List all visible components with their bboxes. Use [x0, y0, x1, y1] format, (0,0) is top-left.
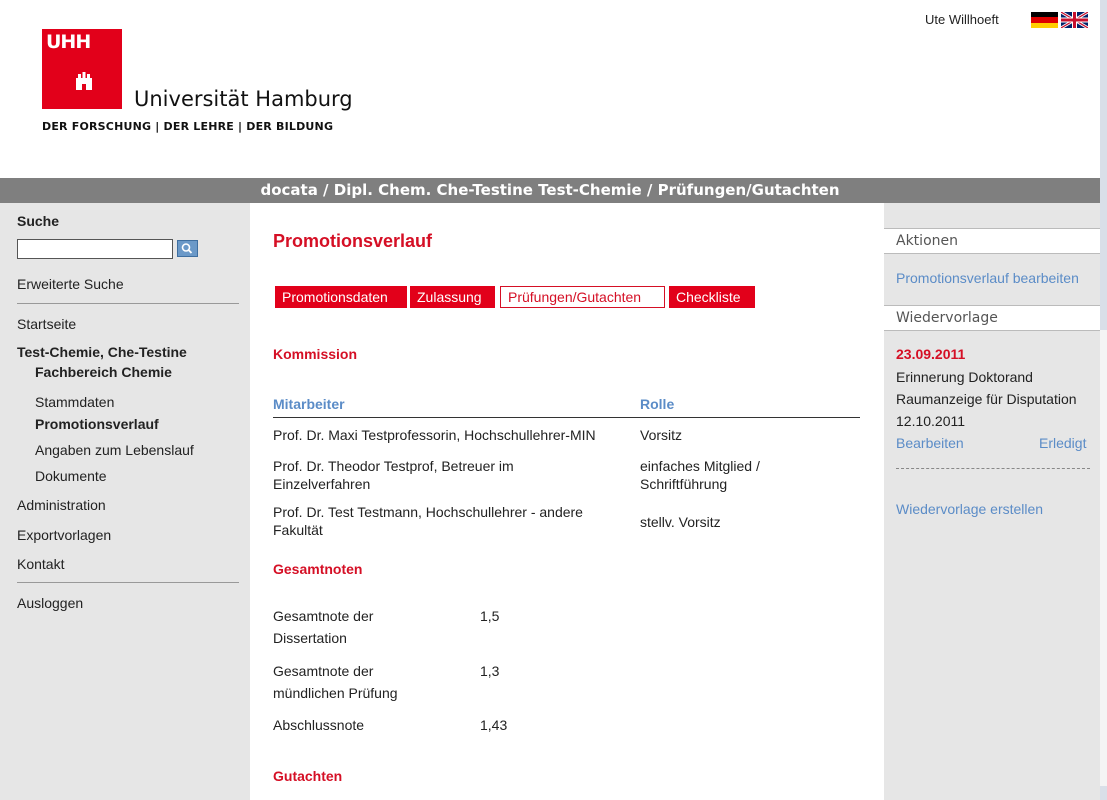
page-header: UHH Universität Hamburg DER FORSCHUNG | …: [0, 0, 1100, 178]
nav-doctorate-progress[interactable]: Promotionsverlauf: [35, 416, 159, 432]
member-cell: Prof. Dr. Maxi Testprofessorin, Hochschu…: [273, 427, 596, 443]
nav-administration[interactable]: Administration: [17, 497, 106, 513]
create-followup-link[interactable]: Wiedervorlage erstellen: [896, 501, 1043, 517]
role-cell: einfaches Mitglied / Schriftführung: [640, 458, 760, 492]
right-panel: Aktionen Promotionsverlauf bearbeiten Wi…: [884, 203, 1100, 800]
uhh-logo[interactable]: UHH: [42, 29, 122, 109]
german-flag-icon[interactable]: [1031, 12, 1058, 28]
grade-label: Gesamtnote der mündlichen Prüfung: [273, 663, 398, 701]
nav-department[interactable]: Fachbereich Chemie: [35, 364, 172, 380]
logged-in-user: Ute Willhoeft: [925, 12, 999, 27]
nav-cv[interactable]: Angaben zum Lebenslauf: [35, 442, 194, 458]
grade-label: Abschlussnote: [273, 717, 365, 733]
university-name: Universität Hamburg: [134, 87, 353, 111]
reports-title: Gutachten: [273, 768, 343, 784]
followup-done-link[interactable]: Erledigt: [1039, 435, 1086, 451]
column-header-role: Rolle: [640, 396, 675, 412]
nav-contact[interactable]: Kontakt: [17, 556, 64, 572]
scroll-down-arrow-icon[interactable]: [1100, 786, 1107, 800]
nav-start[interactable]: Startseite: [17, 316, 76, 332]
uk-flag-icon[interactable]: [1061, 12, 1088, 28]
main-content: Promotionsverlauf Promotionsdaten Zulass…: [250, 203, 884, 800]
table-header-line: [273, 417, 860, 418]
grades-title: Gesamtnoten: [273, 561, 363, 577]
advanced-search-link[interactable]: Erweiterte Suche: [17, 276, 124, 292]
tab-zulassung[interactable]: Zulassung: [410, 286, 495, 308]
page-title: Promotionsverlauf: [273, 231, 433, 251]
left-sidebar: Suche Erweiterte Suche Startseite Test-C…: [0, 203, 250, 800]
tab-checkliste[interactable]: Checkliste: [669, 286, 755, 308]
followup-edit-link[interactable]: Bearbeiten: [896, 435, 964, 451]
followup-text: Raumanzeige für Disputation: [896, 391, 1077, 407]
tab-pruefungen-gutachten[interactable]: Prüfungen/Gutachten: [500, 286, 665, 308]
search-icon: [181, 243, 193, 254]
actions-heading: Aktionen: [884, 228, 1100, 254]
grade-value: 1,3: [480, 663, 500, 679]
member-cell: Prof. Dr. Test Testmann, Hochschullehrer…: [273, 504, 583, 538]
followup-date: 23.09.2011: [896, 346, 966, 362]
commission-title: Kommission: [273, 346, 358, 362]
search-input[interactable]: [17, 239, 173, 259]
grade-value: 1,5: [480, 608, 500, 624]
edit-doctorate-progress-link[interactable]: Promotionsverlauf bearbeiten: [896, 270, 1079, 286]
vertical-scrollbar[interactable]: [1100, 0, 1107, 800]
grade-value: 1,43: [480, 717, 508, 733]
divider: [17, 582, 239, 583]
role-cell: Vorsitz: [640, 427, 683, 443]
logo-mark: UHH: [46, 31, 91, 53]
nav-documents[interactable]: Dokumente: [35, 468, 107, 484]
breadcrumb: docata / Dipl. Chem. Che-Testine Test-Ch…: [0, 178, 1100, 203]
search-label: Suche: [17, 213, 60, 229]
castle-icon: [76, 72, 92, 90]
followup-heading: Wiedervorlage: [884, 305, 1100, 331]
followup-text: Erinnerung Doktorand: [896, 369, 1033, 385]
nav-person[interactable]: Test-Chemie, Che-Testine: [17, 344, 187, 360]
university-tagline: DER FORSCHUNG | DER LEHRE | DER BILDUNG: [42, 120, 334, 133]
scrollbar-thumb[interactable]: [1100, 0, 1107, 330]
role-cell: stellv. Vorsitz: [640, 514, 721, 530]
logout-link[interactable]: Ausloggen: [17, 595, 83, 611]
column-header-member: Mitarbeiter: [273, 396, 345, 412]
grade-label: Gesamtnote der Dissertation: [273, 608, 374, 646]
divider: [17, 303, 239, 304]
nav-export-templates[interactable]: Exportvorlagen: [17, 527, 111, 543]
search-button[interactable]: [177, 240, 198, 257]
followup-text: 12.10.2011: [896, 413, 966, 429]
divider: [896, 468, 1090, 469]
member-cell: Prof. Dr. Theodor Testprof, Betreuer im …: [273, 458, 514, 492]
tab-promotionsdaten[interactable]: Promotionsdaten: [275, 286, 407, 308]
nav-master-data[interactable]: Stammdaten: [35, 394, 114, 410]
